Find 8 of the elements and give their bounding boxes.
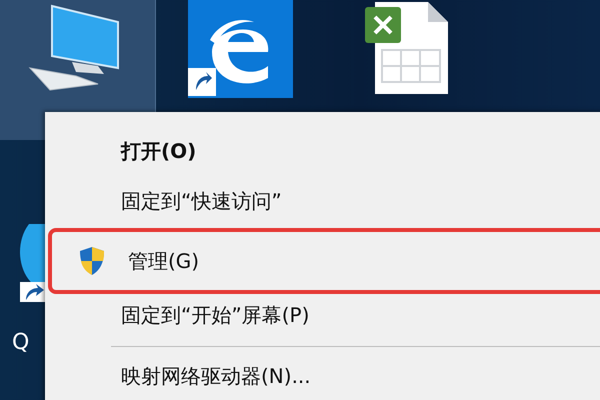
menu-item[interactable]: 管理(G) <box>48 228 600 294</box>
shield-icon <box>79 246 105 276</box>
menu-item[interactable]: 映射网络驱动器(N)... <box>45 351 600 400</box>
menu-item[interactable]: 固定到“快速访问” <box>45 176 600 226</box>
app-icon <box>20 224 45 302</box>
icon-label: Q <box>12 330 30 355</box>
menu-item[interactable]: 打开(O) <box>45 126 600 176</box>
browser-e-icon <box>188 0 293 98</box>
